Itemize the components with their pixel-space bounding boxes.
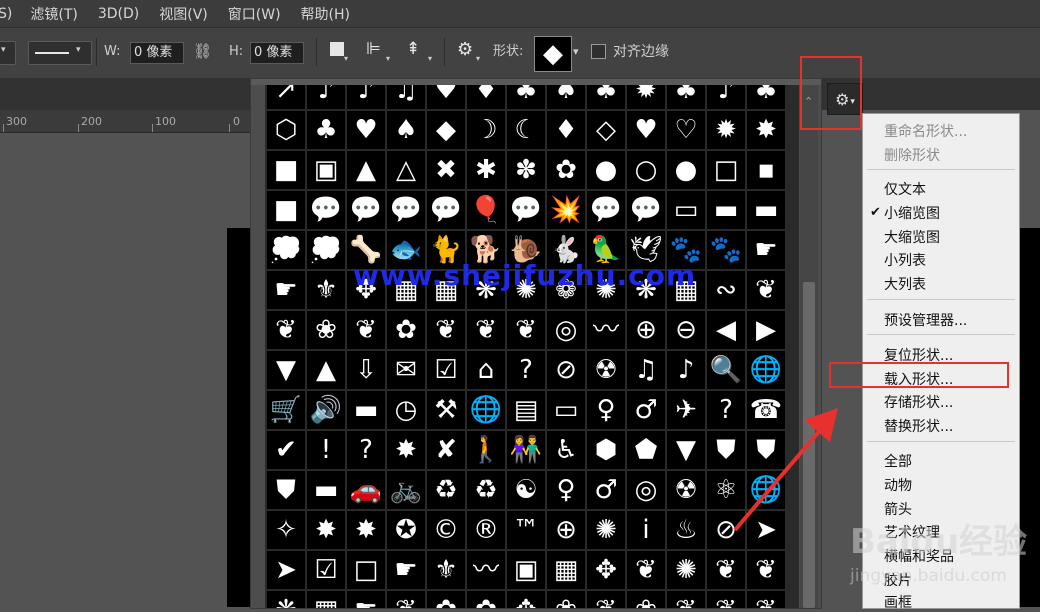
arrow-head	[804, 408, 838, 442]
arrow-shaft	[733, 426, 824, 532]
brand-url: jingyan.baidu.com	[850, 566, 1007, 586]
brand-watermark: Baidu经验	[850, 522, 1028, 562]
